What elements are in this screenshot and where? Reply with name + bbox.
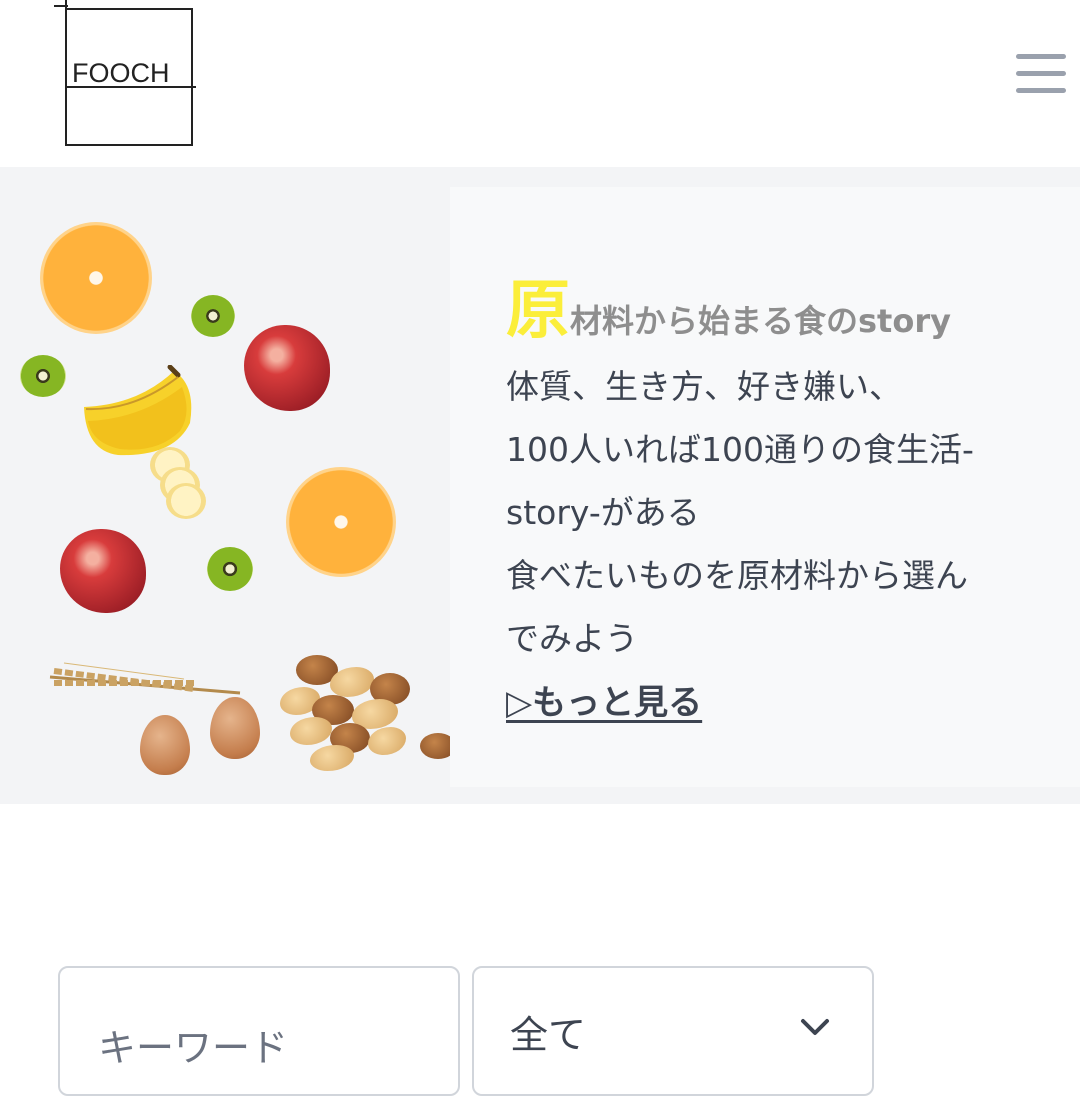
kiwi-image <box>207 547 253 591</box>
description-line: 100人いれば100通りの食生活- <box>506 430 974 469</box>
menu-bar-top <box>1016 54 1066 59</box>
description-line: 食べたいものを原材料から選ん <box>506 556 968 595</box>
orange-image <box>286 467 396 577</box>
keyword-search-input[interactable] <box>58 966 460 1096</box>
category-selected-value: 全て <box>510 1013 587 1057</box>
banana-slice-image <box>166 483 206 519</box>
site-header: FOOCH <box>0 0 1080 166</box>
banana-image <box>84 365 192 456</box>
apple-image <box>60 529 146 613</box>
kiwi-image <box>191 295 235 337</box>
orange-image <box>40 222 152 334</box>
description-line: でみよう <box>506 619 638 658</box>
search-bar: 全て <box>0 966 1080 1096</box>
wheat-image <box>49 662 241 695</box>
kiwi-image <box>20 355 66 397</box>
hero-description: 体質、生き方、好き嫌い、 100人いれば100通りの食生活- story-がある… <box>506 355 974 670</box>
egg-image <box>140 715 190 775</box>
category-select[interactable]: 全て <box>472 966 874 1096</box>
menu-bar-bottom <box>1016 88 1066 93</box>
description-line: 体質、生き方、好き嫌い、 <box>506 367 902 406</box>
apple-image <box>244 325 330 411</box>
logo-underline <box>66 86 196 88</box>
see-more-link[interactable]: ▷もっと見る <box>506 675 702 724</box>
logo-tick-horizontal <box>54 5 68 7</box>
description-line: story-がある <box>506 493 700 532</box>
menu-bar-middle <box>1016 71 1066 76</box>
hamburger-menu-icon[interactable] <box>1012 52 1068 98</box>
tagline-rest: 材料から始まる食のstory <box>570 302 951 340</box>
hero-section: 原材料から始まる食のstory 体質、生き方、好き嫌い、 100人いれば100通… <box>0 167 1080 804</box>
egg-image <box>210 697 260 759</box>
chevron-down-icon <box>801 1019 829 1035</box>
fooch-logo[interactable]: FOOCH <box>54 0 198 152</box>
tagline-initial: 原 <box>506 274 570 348</box>
logo-text: FOOCH <box>72 58 170 88</box>
hero-tagline: 原材料から始まる食のstory <box>506 259 951 351</box>
